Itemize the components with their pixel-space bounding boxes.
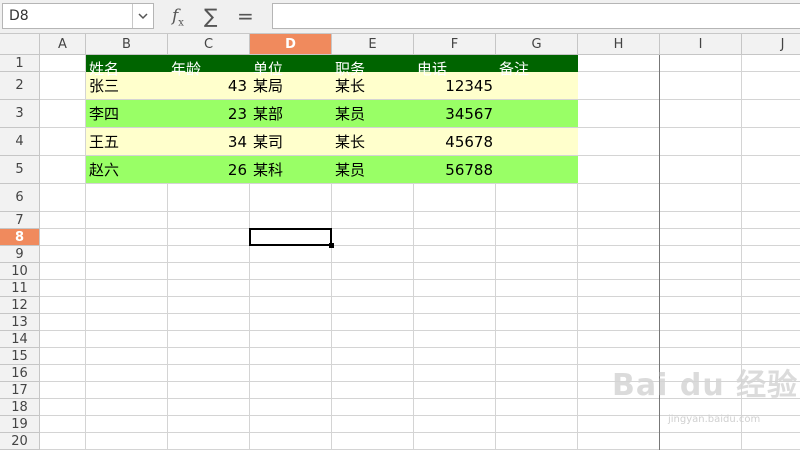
chevron-down-icon[interactable] — [132, 4, 153, 28]
row-header-3[interactable]: 3 — [0, 100, 40, 128]
row-header-11[interactable]: 11 — [0, 280, 40, 297]
table-cell[interactable]: 12345 — [414, 72, 496, 100]
table-cell[interactable]: 23 — [168, 100, 250, 128]
table-cell[interactable]: 34567 — [414, 100, 496, 128]
formula-input[interactable] — [272, 3, 800, 29]
table-cell[interactable]: 某长 — [332, 128, 414, 156]
row-header-5[interactable]: 5 — [0, 156, 40, 184]
row-header-18[interactable]: 18 — [0, 399, 40, 416]
column-header-d[interactable]: D — [250, 34, 332, 55]
row-header-19[interactable]: 19 — [0, 416, 40, 433]
table-cell[interactable]: 某局 — [250, 72, 332, 100]
watermark-url: jingyan.baidu.com — [668, 414, 761, 425]
formula-bar: D8 fx ∑ = — [0, 0, 800, 34]
table-cell[interactable]: 某科 — [250, 156, 332, 184]
table-cell[interactable] — [496, 100, 578, 128]
row-header-15[interactable]: 15 — [0, 348, 40, 365]
column-header-i[interactable]: I — [660, 34, 742, 55]
table-cell[interactable]: 某司 — [250, 128, 332, 156]
table-cell[interactable]: 45678 — [414, 128, 496, 156]
name-box[interactable]: D8 — [2, 3, 154, 29]
table-cell[interactable]: 43 — [168, 72, 250, 100]
formula-icon[interactable]: = — [237, 5, 254, 27]
column-header-h[interactable]: H — [578, 34, 660, 55]
column-header-c[interactable]: C — [168, 34, 250, 55]
select-all-corner[interactable] — [0, 34, 40, 55]
table-cell[interactable] — [496, 128, 578, 156]
table-cell[interactable]: 张三 — [86, 72, 168, 100]
row-header-9[interactable]: 9 — [0, 246, 40, 263]
name-box-value: D8 — [9, 8, 29, 24]
row-header-1[interactable]: 1 — [0, 55, 40, 72]
table-cell[interactable]: 某长 — [332, 72, 414, 100]
table-cell[interactable]: 56788 — [414, 156, 496, 184]
column-header-b[interactable]: B — [86, 34, 168, 55]
table-cell[interactable]: 赵六 — [86, 156, 168, 184]
row-header-6[interactable]: 6 — [0, 184, 40, 212]
table-cell[interactable] — [496, 72, 578, 100]
function-wizard-icon[interactable]: fx — [172, 5, 184, 28]
row-header-13[interactable]: 13 — [0, 314, 40, 331]
row-header-16[interactable]: 16 — [0, 365, 40, 382]
watermark: Bai du 经验 — [612, 368, 799, 403]
column-header-a[interactable]: A — [40, 34, 86, 55]
column-header-g[interactable]: G — [496, 34, 578, 55]
row-header-7[interactable]: 7 — [0, 212, 40, 229]
table-cell[interactable] — [496, 156, 578, 184]
row-header-4[interactable]: 4 — [0, 128, 40, 156]
row-header-10[interactable]: 10 — [0, 263, 40, 280]
column-header-f[interactable]: F — [414, 34, 496, 55]
row-header-12[interactable]: 12 — [0, 297, 40, 314]
table-cell[interactable]: 王五 — [86, 128, 168, 156]
table-cell[interactable]: 某部 — [250, 100, 332, 128]
table-cell[interactable]: 26 — [168, 156, 250, 184]
column-header-e[interactable]: E — [332, 34, 414, 55]
table-cell[interactable]: 李四 — [86, 100, 168, 128]
row-header-2[interactable]: 2 — [0, 72, 40, 100]
row-header-8[interactable]: 8 — [0, 229, 40, 246]
column-header-j[interactable]: J — [742, 34, 800, 55]
cell-cursor[interactable] — [249, 228, 332, 246]
table-cell[interactable]: 某员 — [332, 156, 414, 184]
row-header-20[interactable]: 20 — [0, 433, 40, 450]
table-cell[interactable]: 34 — [168, 128, 250, 156]
fill-handle[interactable] — [329, 243, 334, 248]
row-header-17[interactable]: 17 — [0, 382, 40, 399]
row-header-14[interactable]: 14 — [0, 331, 40, 348]
sum-icon[interactable]: ∑ — [204, 5, 217, 27]
table-cell[interactable]: 某员 — [332, 100, 414, 128]
